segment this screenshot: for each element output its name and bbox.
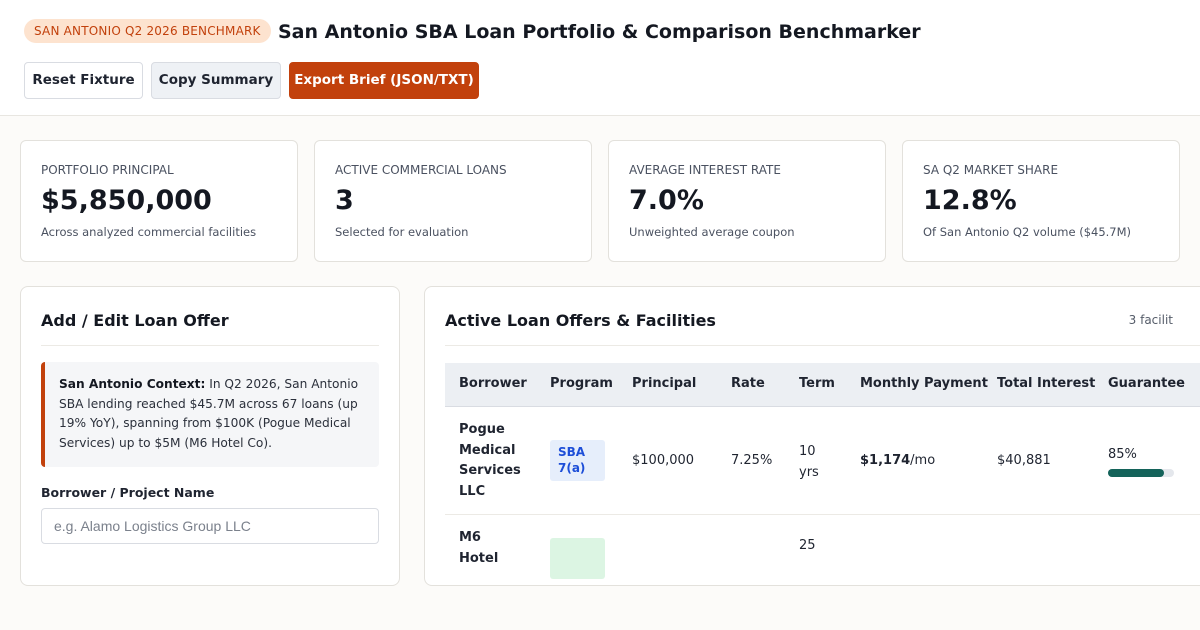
table-header-row: Borrower Program Principal Rate Term Mon…	[445, 363, 1200, 407]
active-loans-panel: Active Loan Offers & Facilities 3 facili…	[424, 286, 1200, 586]
kpi-value: 3	[335, 185, 354, 216]
borrower-name-input[interactable]	[41, 508, 379, 544]
program-tag	[550, 538, 605, 579]
form-title: Add / Edit Loan Offer	[41, 311, 229, 330]
kpi-subtext: Selected for evaluation	[335, 225, 469, 239]
copy-summary-button[interactable]: Copy Summary	[151, 62, 281, 99]
principal-value: $100,000	[632, 453, 695, 468]
kpi-subtext: Unweighted average coupon	[629, 225, 795, 239]
divider	[445, 345, 1200, 346]
guarantee-value: 85%	[1108, 447, 1137, 462]
facility-count: 3 facilit	[1128, 313, 1173, 327]
loan-offer-form-panel: Add / Edit Loan Offer San Antonio Contex…	[20, 286, 400, 586]
kpi-value: 7.0%	[629, 185, 704, 216]
program-tag: SBA 7(a)	[550, 440, 605, 481]
top-bar: SAN ANTONIO Q2 2026 BENCHMARK San Antoni…	[0, 0, 1200, 116]
divider	[41, 345, 379, 346]
export-brief-button[interactable]: Export Brief (JSON/TXT)	[289, 62, 479, 99]
kpi-value: $5,850,000	[41, 185, 212, 216]
kpi-subtext: Of San Antonio Q2 volume ($45.7M)	[923, 225, 1132, 239]
kpi-average-rate: AVERAGE INTEREST RATE 7.0% Unweighted av…	[608, 140, 886, 262]
guarantee-bar	[1108, 469, 1174, 477]
context-label: San Antonio Context:	[59, 377, 206, 391]
kpi-label: AVERAGE INTEREST RATE	[629, 163, 781, 177]
kpi-subtext: Across analyzed commercial facilities	[41, 225, 257, 239]
term-value: 10 yrs	[799, 444, 819, 480]
reset-fixture-button[interactable]: Reset Fixture	[24, 62, 143, 99]
column-header-rate[interactable]: Rate	[731, 376, 765, 391]
borrower-name: Pogue Medical Services LLC	[459, 422, 521, 499]
kpi-active-loans: ACTIVE COMMERCIAL LOANS 3 Selected for e…	[314, 140, 592, 262]
kpi-market-share: SA Q2 MARKET SHARE 12.8% Of San Antonio …	[902, 140, 1180, 262]
kpi-label: ACTIVE COMMERCIAL LOANS	[335, 163, 507, 177]
column-header-principal[interactable]: Principal	[632, 376, 696, 391]
benchmark-badge: SAN ANTONIO Q2 2026 BENCHMARK	[24, 19, 271, 43]
table-title: Active Loan Offers & Facilities	[445, 311, 716, 330]
column-header-term[interactable]: Term	[799, 376, 835, 391]
column-header-monthly-payment[interactable]: Monthly Payment	[860, 376, 988, 391]
borrower-name: M6 Hotel	[459, 530, 499, 566]
monthly-unit: /mo	[910, 453, 936, 468]
rate-value: 7.25%	[731, 453, 773, 468]
column-header-total-interest[interactable]: Total Interest	[997, 376, 1095, 391]
market-context-note: San Antonio Context: In Q2 2026, San Ant…	[41, 362, 379, 467]
page-title: San Antonio SBA Loan Portfolio & Compari…	[278, 21, 921, 43]
term-value: 25	[799, 538, 816, 553]
monthly-payment-value: $1,174/mo	[860, 453, 935, 468]
borrower-field-label: Borrower / Project Name	[41, 485, 215, 500]
column-header-guarantee[interactable]: Guarantee	[1108, 376, 1185, 391]
column-header-borrower[interactable]: Borrower	[459, 376, 527, 391]
column-header-program[interactable]: Program	[550, 376, 613, 391]
table-row[interactable]: Pogue Medical Services LLC SBA 7(a) $100…	[445, 407, 1200, 515]
monthly-amount: $1,174	[860, 453, 911, 468]
kpi-label: PORTFOLIO PRINCIPAL	[41, 163, 174, 177]
kpi-value: 12.8%	[923, 185, 1017, 216]
kpi-portfolio-principal: PORTFOLIO PRINCIPAL $5,850,000 Across an…	[20, 140, 298, 262]
guarantee-bar-fill	[1108, 469, 1165, 477]
kpi-label: SA Q2 MARKET SHARE	[923, 163, 1059, 177]
table-row[interactable]: M6 Hotel 25	[445, 515, 1200, 585]
total-interest-value: $40,881	[997, 453, 1051, 468]
